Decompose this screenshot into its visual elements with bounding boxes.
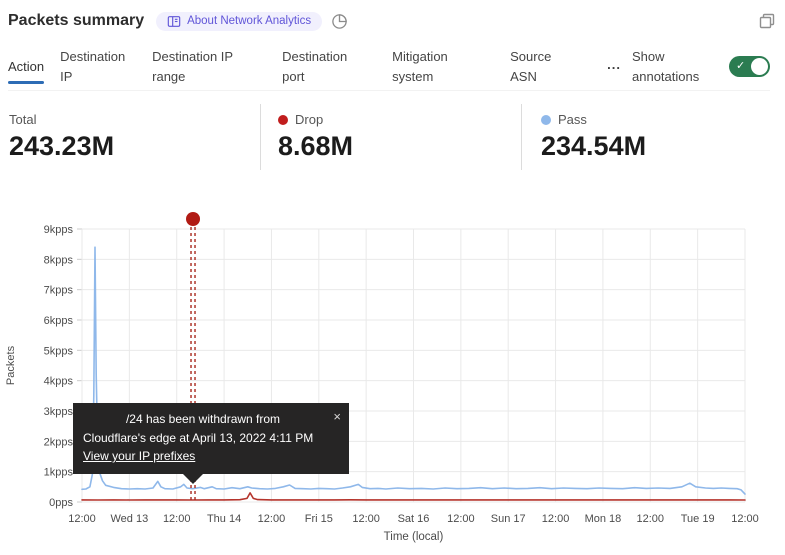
close-icon[interactable]: × (333, 407, 341, 427)
x-tick-label: Wed 13 (110, 513, 148, 525)
y-tick-label: 4kpps (44, 376, 74, 388)
y-tick-label: 8kpps (44, 254, 74, 266)
stat-total-label: Total (9, 112, 36, 127)
packets-summary-panel: Packets summary About Network Analytics (0, 0, 785, 555)
check-icon: ✓ (736, 59, 745, 74)
drop-legend-dot (278, 115, 288, 125)
x-tick-label: 12:00 (637, 513, 665, 525)
stat-drop: Drop 8.68M (260, 104, 521, 170)
x-tick-label: Mon 18 (585, 513, 622, 525)
x-tick-label: 12:00 (447, 513, 475, 525)
stat-total-value: 243.23M (9, 131, 260, 162)
view-ip-prefixes-link[interactable]: View your IP prefixes (83, 447, 195, 466)
tab-action[interactable]: Action (8, 57, 44, 77)
x-tick-label: 12:00 (542, 513, 570, 525)
badge-label: About Network Analytics (187, 15, 311, 27)
tab-source-asn[interactable]: Source ASN (510, 47, 568, 87)
tab-mitigation-system[interactable]: Mitigation system (392, 47, 476, 87)
x-tick-label: 12:00 (352, 513, 380, 525)
y-axis-title: Packets (5, 345, 17, 385)
toggle-knob (751, 58, 768, 75)
copy-panel-icon[interactable] (759, 13, 775, 29)
y-tick-label: 3kpps (44, 406, 74, 418)
x-axis-title: Time (local) (384, 531, 444, 543)
x-tick-label: 12:00 (68, 513, 96, 525)
y-tick-label: 1kpps (44, 467, 74, 479)
x-tick-label: Sun 17 (491, 513, 526, 525)
panel-header: Packets summary About Network Analytics (8, 8, 775, 34)
tab-destination-ip[interactable]: Destination IP (60, 47, 140, 87)
x-tick-label: 12:00 (258, 513, 286, 525)
book-icon (167, 15, 181, 28)
page-title: Packets summary (8, 12, 144, 30)
stat-pass-value: 234.54M (541, 131, 785, 162)
packets-time-series-chart[interactable]: 0pps 1kpps 2kpps 3kpps 4kpps 5kpps 6kpps 7kpps 8… (0, 200, 785, 555)
y-tick-label: 0pps (49, 497, 73, 509)
tab-destination-port[interactable]: Destination port (282, 47, 364, 87)
stat-drop-label: Drop (295, 112, 323, 127)
stat-pass-label: Pass (558, 112, 587, 127)
y-tick-label: 9kpps (44, 224, 74, 236)
more-options-icon[interactable]: ... (607, 57, 621, 72)
annotation-tooltip: /24 has been withdrawn from Cloudflare's… (73, 403, 349, 474)
summary-stats: Total 243.23M Drop 8.68M Pass 234.54M (0, 104, 785, 170)
show-annotations-label: Show annotations (632, 47, 718, 87)
dimension-tabs: Action Destination IP Destination IP ran… (8, 43, 770, 91)
y-tick-label: 6kpps (44, 315, 74, 327)
stat-total: Total 243.23M (0, 104, 260, 170)
x-tick-label: 12:00 (731, 513, 759, 525)
tooltip-text-line1: /24 has been withdrawn from (83, 410, 323, 429)
tooltip-text-line2: Cloudflare's edge at April 13, 2022 4:11… (83, 429, 323, 448)
x-tick-label: Tue 19 (681, 513, 715, 525)
stat-pass: Pass 234.54M (521, 104, 785, 170)
x-tick-label: Fri 15 (305, 513, 333, 525)
x-tick-label: Sat 16 (398, 513, 430, 525)
pass-legend-dot (541, 115, 551, 125)
annotation-marker[interactable] (186, 212, 200, 226)
stat-drop-value: 8.68M (278, 131, 521, 162)
annotations-control: ... Show annotations ✓ (607, 47, 770, 87)
y-tick-label: 2kpps (44, 436, 74, 448)
y-tick-label: 7kpps (44, 285, 74, 297)
tab-destination-ip-range[interactable]: Destination IP range (152, 47, 256, 87)
y-tick-label: 5kpps (44, 345, 74, 357)
about-network-analytics-badge[interactable]: About Network Analytics (156, 12, 322, 31)
x-tick-label: 12:00 (163, 513, 191, 525)
show-annotations-toggle[interactable]: ✓ (729, 56, 770, 77)
time-period-icon[interactable] (331, 13, 348, 30)
x-tick-label: Thu 14 (207, 513, 241, 525)
